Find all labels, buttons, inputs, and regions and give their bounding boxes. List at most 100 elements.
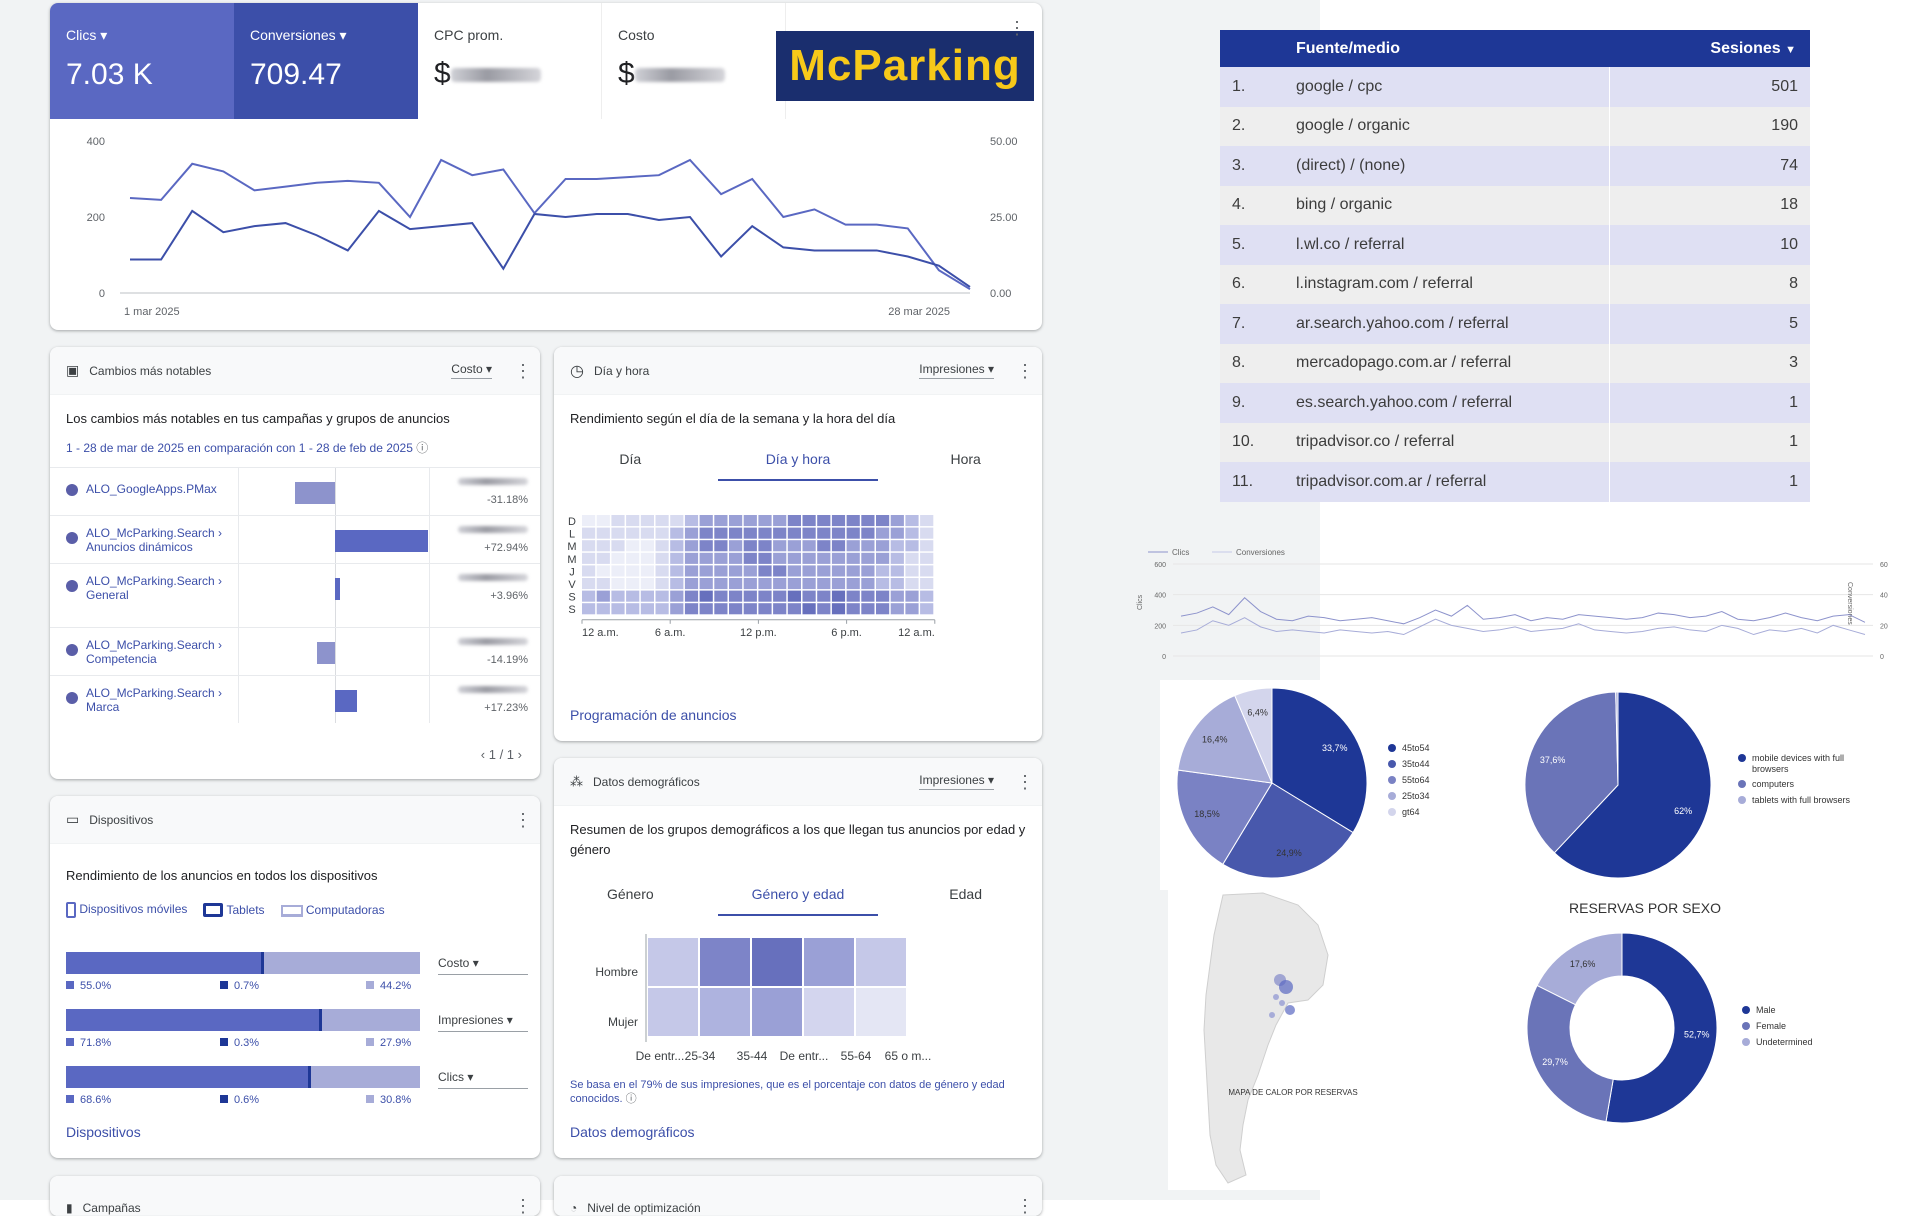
heat-cell	[582, 603, 596, 615]
change-row[interactable]: ALO_McParking.Search › Competencia -14.19%	[50, 627, 540, 675]
device-metric-dropdown[interactable]: Costo ▾	[438, 956, 528, 975]
metric-cost[interactable]: Costo $	[602, 3, 786, 119]
legend-label: Tablets	[226, 902, 265, 917]
devices-link[interactable]: Dispositivos	[66, 1124, 141, 1140]
table-row[interactable]: 4. bing / organic 18	[1220, 185, 1810, 225]
change-row[interactable]: ALO_McParking.Search › Marca +17.23%	[50, 675, 540, 723]
age-label: De entr...	[636, 1049, 685, 1063]
metric-conversions[interactable]: Conversiones ▾ 709.47	[234, 3, 418, 119]
device-pct: 30.8%	[366, 1094, 411, 1106]
more-options-icon[interactable]: ⋮	[1016, 773, 1034, 791]
heat-cell	[817, 552, 831, 564]
y2-tick-label: 20	[1880, 623, 1888, 630]
legend-label: mobile devices with full	[1752, 753, 1844, 763]
change-bar-area	[238, 468, 430, 515]
tab-day[interactable]: Día	[565, 451, 695, 481]
legend-square-icon	[66, 1038, 74, 1046]
redacted-value	[458, 638, 528, 645]
legend-square-icon	[366, 981, 374, 989]
tab-gender-age[interactable]: Género y edad	[717, 886, 878, 916]
metric-dropdown[interactable]: Costo ▾	[451, 362, 492, 379]
table-row[interactable]: 3. (direct) / (none) 74	[1220, 146, 1810, 186]
day-label: J	[569, 566, 575, 578]
more-options-icon[interactable]: ⋮	[1008, 19, 1026, 37]
change-pct: +72.94%	[484, 542, 528, 554]
device-pct: 68.6%	[66, 1094, 111, 1106]
help-icon[interactable]: ⓘ	[626, 1093, 637, 1105]
table-row[interactable]: 8. mercadopago.com.ar / referral 3	[1220, 343, 1810, 383]
device-segment	[66, 952, 261, 974]
source-medium: google / cpc	[1296, 67, 1610, 107]
chevron-right-icon[interactable]: ›	[518, 747, 522, 762]
heat-cell	[787, 540, 801, 552]
table-row[interactable]: 5. l.wl.co / referral 10	[1220, 225, 1810, 265]
legend-square-icon	[66, 981, 74, 989]
heat-cell	[655, 578, 669, 590]
heat-cell	[611, 590, 625, 602]
tab-hour[interactable]: Hora	[901, 451, 1031, 481]
heat-cell	[876, 515, 890, 527]
chevron-left-icon[interactable]: ‹	[481, 747, 485, 762]
heat-cell	[758, 552, 772, 564]
demographics-link[interactable]: Datos demográficos	[570, 1124, 695, 1140]
campaign-dot	[66, 580, 78, 592]
x-tick-label: 1 mar 2025	[124, 306, 180, 318]
metric-cpc[interactable]: CPC prom. $	[418, 3, 602, 119]
heat-cell	[831, 527, 846, 539]
heat-cell	[876, 603, 890, 615]
help-icon[interactable]: ⓘ	[416, 441, 428, 455]
more-options-icon[interactable]: ⋮	[514, 362, 532, 380]
heat-cell	[817, 527, 831, 539]
ad-schedule-link[interactable]: Programación de anuncios	[570, 707, 737, 723]
table-row[interactable]: 10. tripadvisor.co / referral 1	[1220, 422, 1810, 462]
change-row[interactable]: ALO_GoogleApps.PMax -31.18%	[50, 467, 540, 515]
table-row[interactable]: 9. es.search.yahoo.com / referral 1	[1220, 383, 1810, 423]
heat-cell	[626, 565, 640, 577]
campaigns-card: ▮ Campañas ⋮	[50, 1176, 540, 1216]
tab-age[interactable]: Edad	[901, 886, 1031, 916]
source-medium: es.search.yahoo.com / referral	[1296, 383, 1610, 423]
legend-label: 25to34	[1402, 791, 1430, 801]
table-row[interactable]: 6. l.instagram.com / referral 8	[1220, 264, 1810, 304]
table-header: Fuente/medio Sesiones ▼	[1220, 30, 1810, 67]
heat-cell	[773, 552, 787, 564]
more-options-icon[interactable]: ⋮	[514, 811, 532, 829]
device-metric-dropdown[interactable]: Impresiones ▾	[438, 1013, 528, 1032]
col-header-sessions[interactable]: Sesiones ▼	[1710, 40, 1796, 58]
heat-cell	[684, 603, 699, 615]
heat-cell	[611, 515, 625, 527]
table-row[interactable]: 2. google / organic 190	[1220, 106, 1810, 146]
table-row[interactable]: 11. tripadvisor.com.ar / referral 1	[1220, 462, 1810, 502]
y-tick-label: 200	[87, 212, 105, 224]
y-tick-label: 400	[1154, 593, 1166, 600]
heat-cell	[861, 527, 875, 539]
more-options-icon[interactable]: ⋮	[1016, 362, 1034, 380]
metric-dropdown[interactable]: Impresiones ▾	[919, 362, 994, 379]
currency-symbol: $	[618, 57, 635, 90]
heat-cell	[611, 578, 625, 590]
table-row[interactable]: 7. ar.search.yahoo.com / referral 5	[1220, 304, 1810, 344]
tab-gender[interactable]: Género	[565, 886, 695, 916]
legend-dot	[1738, 796, 1746, 804]
legend-label: tablets with full browsers	[1752, 795, 1851, 805]
heat-cell	[699, 552, 713, 564]
heat-cell	[861, 578, 875, 590]
heat-cell	[714, 552, 728, 564]
row-index: 4.	[1232, 196, 1246, 214]
heat-cell	[905, 578, 919, 590]
heat-cell	[626, 515, 640, 527]
device-metric-dropdown[interactable]: Clics ▾	[438, 1070, 528, 1089]
y-tick-label: 200	[1154, 623, 1166, 630]
change-row[interactable]: ALO_McParking.Search › General +3.96%	[50, 563, 540, 627]
change-pct: +3.96%	[490, 590, 528, 602]
change-row[interactable]: ALO_McParking.Search › Anuncios dinámicos…	[50, 515, 540, 563]
clicks-series-line	[129, 158, 971, 291]
col-header-source[interactable]: Fuente/medio	[1296, 40, 1710, 58]
heat-cell	[670, 565, 684, 577]
tab-day-hour[interactable]: Día y hora	[717, 451, 878, 481]
metric-clicks[interactable]: Clics ▾ 7.03 K	[50, 3, 234, 119]
metric-dropdown[interactable]: Impresiones ▾	[919, 773, 994, 790]
table-row[interactable]: 1. google / cpc 501	[1220, 67, 1810, 107]
change-pct: -31.18%	[487, 494, 528, 506]
day-label: M	[567, 554, 576, 566]
